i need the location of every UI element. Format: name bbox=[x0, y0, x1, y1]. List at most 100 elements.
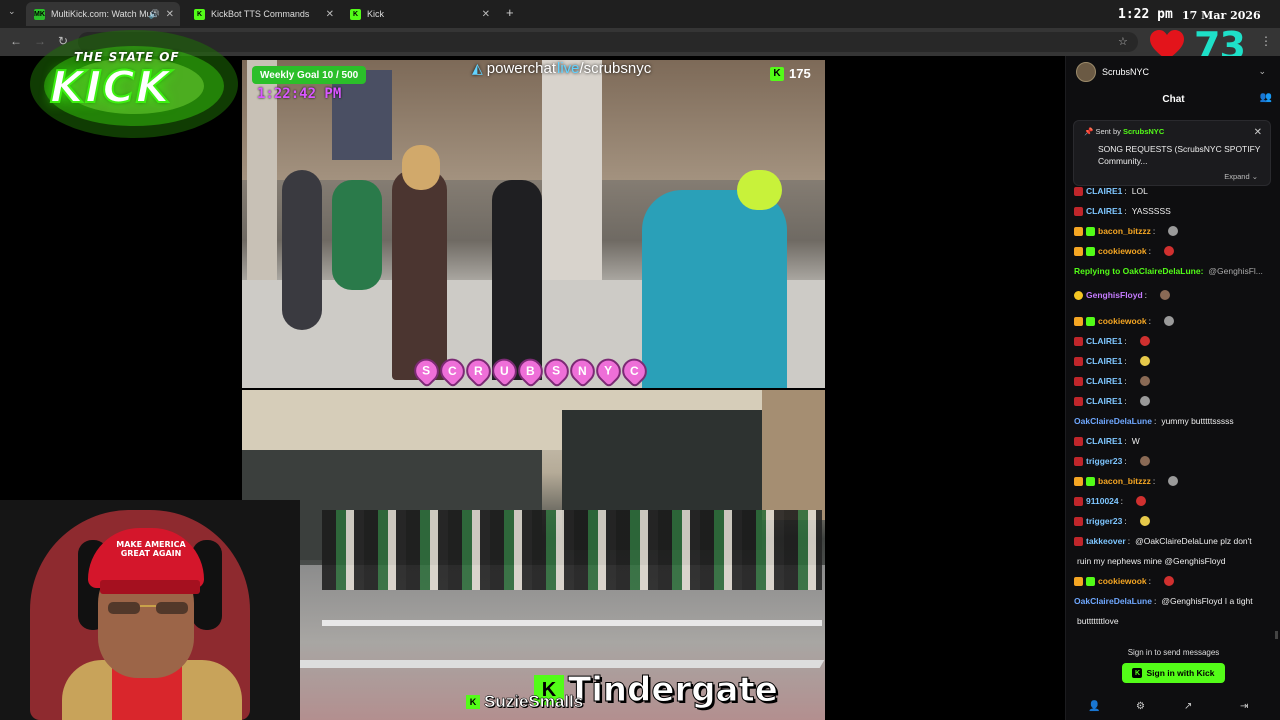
close-tab-icon[interactable]: ✕ bbox=[482, 9, 490, 20]
chat-username[interactable]: cookiewook bbox=[1098, 246, 1147, 256]
chat-username[interactable]: CLAIRE1 bbox=[1086, 336, 1122, 346]
chat-username[interactable]: CLAIRE1 bbox=[1086, 376, 1122, 386]
chat-separator: : bbox=[1153, 596, 1157, 606]
pin-icon: 📌 bbox=[1084, 127, 1094, 136]
crown-badge-icon bbox=[1074, 476, 1083, 486]
collapse-chat-icon[interactable]: ⇥ bbox=[1240, 701, 1248, 712]
signin-button[interactable]: K Sign in with Kick bbox=[1122, 663, 1225, 683]
powerchat-live: live bbox=[557, 60, 580, 77]
chat-message[interactable]: Replying to OakClaireDelaLune: @GenghisFl… bbox=[1074, 266, 1263, 276]
chat-message[interactable]: cookiewook: bbox=[1074, 316, 1175, 326]
chat-message[interactable]: CLAIRE1: bbox=[1074, 376, 1150, 386]
chat-message[interactable]: butttttttlove bbox=[1074, 616, 1119, 626]
chat-message[interactable]: CLAIRE1: YASSSSS bbox=[1074, 206, 1171, 216]
caption-text: Tindergate bbox=[568, 670, 779, 711]
chat-username[interactable]: OakClaireDelaLune bbox=[1074, 416, 1152, 426]
chat-username[interactable]: trigger23 bbox=[1086, 516, 1122, 526]
badge-icon bbox=[1074, 336, 1083, 346]
stream-video-top[interactable] bbox=[242, 60, 825, 388]
chat-title: Chat bbox=[1162, 94, 1185, 105]
tab-kickbot[interactable]: K KickBot TTS Commands ✕ bbox=[186, 2, 340, 26]
chat-message[interactable]: ruin my nephews mine @GenghisFloyd bbox=[1074, 556, 1225, 566]
chat-username[interactable]: GenghisFloyd bbox=[1086, 290, 1143, 300]
chat-text: @OakClaireDelaLune plz don't bbox=[1135, 536, 1252, 546]
powerchat-path: /scrubsnyc bbox=[579, 60, 652, 77]
close-icon[interactable]: ✕ bbox=[1254, 127, 1262, 138]
chat-username[interactable]: CLAIRE1 bbox=[1086, 186, 1122, 196]
expand-button[interactable]: Expand ⌄ bbox=[1224, 172, 1258, 181]
badge-icon bbox=[1074, 536, 1083, 546]
chat-username[interactable]: cookiewook bbox=[1098, 316, 1147, 326]
chat-message[interactable]: takkeover: @OakClaireDelaLune plz don't bbox=[1074, 536, 1252, 546]
chat-message[interactable]: CLAIRE1: W bbox=[1074, 436, 1140, 446]
chat-separator: : bbox=[1120, 496, 1123, 506]
chat-scrollbar[interactable] bbox=[1275, 631, 1278, 639]
chat-text: butttttttlove bbox=[1077, 616, 1119, 626]
chat-message[interactable]: 9110024: bbox=[1074, 496, 1146, 506]
add-user-icon[interactable]: 👤 bbox=[1088, 701, 1100, 712]
tab-label: KickBot TTS Commands bbox=[211, 9, 310, 19]
chat-username[interactable]: trigger23 bbox=[1086, 456, 1122, 466]
chevron-down-icon[interactable]: ⌄ bbox=[1258, 66, 1266, 77]
chat-message[interactable]: CLAIRE1: LOL bbox=[1074, 186, 1148, 196]
heart-letter-text: C bbox=[448, 363, 457, 378]
pinned-sent-by: 📌 Sent by ScrubsNYC bbox=[1084, 127, 1164, 136]
emote-icon bbox=[1139, 336, 1150, 346]
stream-timestamp: 1:22:42 PM bbox=[257, 86, 342, 102]
powerchat-site: powerchat bbox=[486, 60, 556, 77]
chat-username[interactable]: CLAIRE1 bbox=[1086, 356, 1122, 366]
chat-message[interactable]: cookiewook: bbox=[1074, 576, 1175, 586]
chat-message[interactable]: trigger23: bbox=[1074, 456, 1150, 466]
back-icon[interactable]: ← bbox=[10, 34, 22, 48]
chat-text: YASSSSS bbox=[1131, 206, 1171, 216]
chat-username[interactable]: Replying to OakClaireDelaLune: bbox=[1074, 266, 1203, 276]
chat-message[interactable]: bacon_bitzzz: bbox=[1074, 476, 1179, 486]
chat-message[interactable]: cookiewook: bbox=[1074, 246, 1175, 256]
chat-username[interactable]: CLAIRE1 bbox=[1086, 396, 1122, 406]
menu-icon[interactable]: ⋮ bbox=[1260, 34, 1272, 48]
kick-logo-icon: K bbox=[1132, 668, 1143, 678]
close-tab-icon[interactable]: ✕ bbox=[166, 9, 174, 20]
weekly-goal-badge: Weekly Goal 10 / 500 bbox=[252, 66, 367, 84]
chat-username[interactable]: cookiewook bbox=[1098, 576, 1147, 586]
tab-kick[interactable]: K Kick ✕ bbox=[342, 2, 496, 26]
powerchat-logo-icon: ◭ bbox=[472, 60, 483, 76]
bookmark-star-icon[interactable]: ☆ bbox=[1118, 35, 1128, 48]
chat-message[interactable]: CLAIRE1: bbox=[1074, 396, 1150, 406]
users-icon[interactable]: 👥 bbox=[1260, 92, 1272, 103]
chat-username[interactable]: bacon_bitzzz bbox=[1098, 226, 1151, 236]
chat-message[interactable]: CLAIRE1: bbox=[1074, 356, 1150, 366]
new-tab-button[interactable]: + bbox=[506, 5, 514, 20]
chat-separator: : bbox=[1152, 226, 1156, 236]
chat-username[interactable]: bacon_bitzzz bbox=[1098, 476, 1151, 486]
chat-separator: : bbox=[1127, 536, 1131, 546]
chat-username[interactable]: OakClaireDelaLune bbox=[1074, 596, 1152, 606]
chat-message[interactable]: bacon_bitzzz: bbox=[1074, 226, 1179, 236]
chat-username[interactable]: CLAIRE1 bbox=[1086, 206, 1122, 216]
chat-message[interactable]: OakClaireDelaLune: yummy butttttsssss bbox=[1074, 416, 1234, 426]
speaker-icon[interactable]: 🔊 bbox=[149, 9, 160, 20]
tab-list-icon[interactable]: ⌄ bbox=[8, 6, 16, 17]
chat-message[interactable]: trigger23: bbox=[1074, 516, 1150, 526]
chat-message[interactable]: OakClaireDelaLune: @GenghisFloyd I a tigh… bbox=[1074, 596, 1253, 606]
tab-multikick[interactable]: MK MultiKick.com: Watch Mult 🔊 ✕ bbox=[26, 2, 180, 26]
chat-username[interactable]: takkeover bbox=[1086, 536, 1126, 546]
chat-message[interactable]: GenghisFloyd: bbox=[1074, 290, 1171, 300]
channel-header[interactable]: ScrubsNYC bbox=[1076, 62, 1149, 82]
chat-message[interactable]: CLAIRE1: bbox=[1074, 336, 1150, 346]
chat-username[interactable]: CLAIRE1 bbox=[1086, 436, 1122, 446]
chat-separator: : bbox=[1124, 376, 1127, 386]
chat-username[interactable]: 9110024 bbox=[1086, 496, 1119, 506]
kick-logo-icon: K bbox=[466, 695, 480, 709]
emote-icon bbox=[1139, 396, 1150, 406]
gift-badge-icon bbox=[1086, 316, 1095, 326]
emote-icon bbox=[1139, 356, 1150, 366]
logo-title: KICK bbox=[49, 61, 171, 114]
caption-username: SuzieSmalls bbox=[484, 692, 584, 712]
close-tab-icon[interactable]: ✕ bbox=[326, 9, 334, 20]
popout-icon[interactable]: ↗ bbox=[1184, 701, 1192, 712]
heart-letter-text: U bbox=[500, 363, 509, 378]
settings-gear-icon[interactable]: ⚙ bbox=[1136, 701, 1145, 712]
chat-separator: : bbox=[1124, 456, 1127, 466]
gift-badge-icon bbox=[1086, 226, 1095, 236]
